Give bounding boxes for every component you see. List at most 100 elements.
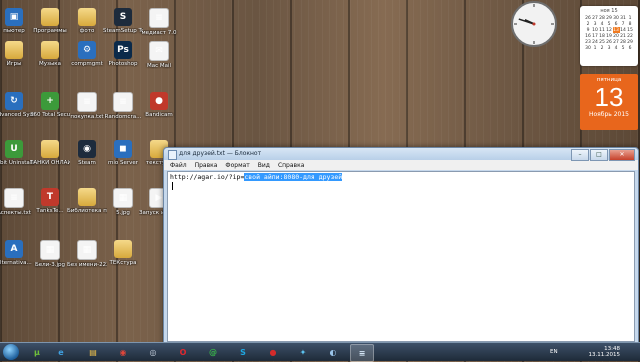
desktop-icon[interactable]: Игры — [0, 41, 34, 67]
calendar-day[interactable]: 29 — [627, 39, 634, 45]
start-button[interactable] — [3, 344, 19, 360]
desktop-icon[interactable]: U IObit Uninstaller — [0, 140, 34, 166]
desktop-icon[interactable]: ≡ Randomcra... — [103, 92, 143, 120]
system-clock[interactable]: 13:48 13.11.2015 — [589, 346, 621, 358]
desktop-icon[interactable]: ≡ покупка.txt — [67, 92, 107, 120]
calendar-day[interactable]: 28 — [620, 39, 627, 45]
calendar-day[interactable]: 19 — [606, 33, 613, 39]
calendar-day[interactable]: 14 — [620, 27, 627, 33]
desktop-icon[interactable]: ТАНКИ ОНЛАЙН — [30, 140, 70, 166]
calendar-day[interactable]: 31 — [620, 15, 627, 21]
calendar-day[interactable]: 28 — [599, 15, 606, 21]
desktop-icon[interactable]: ◼ mio Server — [103, 140, 143, 166]
desktop-icon[interactable]: Ps Photoshop — [103, 41, 143, 67]
desktop-icon[interactable]: +360 Total Security — [30, 92, 70, 118]
date-day: 13 — [594, 82, 624, 112]
date-gadget[interactable]: пятница 13 Ноябрь 2015 — [580, 74, 638, 130]
desktop-icon[interactable]: ▦ Бели-3.jpg — [30, 240, 70, 268]
calendar-day[interactable]: 15 — [627, 27, 634, 33]
media-icon[interactable]: ◐ — [322, 344, 344, 360]
calendar-day[interactable]: 1 — [592, 45, 599, 51]
desktop-icon-label: Без имени-222... — [67, 262, 107, 268]
desktop-icon[interactable]: ⚙ compmgmt — [67, 41, 107, 67]
file-icon: ✉ — [149, 41, 169, 61]
opera-icon[interactable]: O — [172, 344, 194, 360]
file-icon: Ps — [114, 41, 132, 59]
calendar-day[interactable]: 18 — [599, 33, 606, 39]
calendar-day[interactable]: 12 — [606, 27, 613, 33]
desktop-icon[interactable]: ▦ Без имени-222... — [67, 240, 107, 268]
calendar-day[interactable]: 22 — [627, 33, 634, 39]
file-icon: T — [41, 188, 59, 206]
notepad-window[interactable]: для друзей.txt — Блокнот – □ ✕ Файл Прав… — [163, 147, 639, 345]
calendar-day[interactable]: 17 — [592, 33, 599, 39]
calendar-gadget[interactable]: ноя 15 26 27 28 29 30 31 1 2 3 4 5 6 7 8 9 10 11 12 13 14 15… — [580, 6, 638, 66]
explorer-icon[interactable]: ▤ — [82, 344, 104, 360]
calendar-day[interactable]: 10 — [592, 27, 599, 33]
desktop-icon[interactable]: S SteamSetup Test 2015 — [103, 8, 143, 34]
calendar-day[interactable]: 13 — [612, 27, 620, 33]
ie-icon[interactable]: e — [50, 344, 72, 360]
desktop-icon[interactable]: Музыка — [30, 41, 70, 67]
desktop-icon-label: compmgmt — [71, 61, 103, 67]
desktop-icon-label: Игры — [6, 61, 22, 67]
menu-edit[interactable]: Правка — [195, 162, 218, 169]
calendar-day[interactable]: 26 — [606, 39, 613, 45]
desktop-icon[interactable]: ✉ Mac Mail — [139, 41, 179, 69]
steam-icon[interactable]: ◎ — [142, 344, 164, 360]
calendar-day[interactable]: 26 — [585, 15, 592, 21]
window-titlebar[interactable]: для друзей.txt — Блокнот – □ ✕ — [164, 148, 638, 161]
calendar-day[interactable]: 29 — [606, 15, 613, 21]
desktop-icon[interactable]: ↻ Advanced SystemCare — [0, 92, 34, 118]
language-indicator[interactable]: EN — [550, 349, 558, 355]
folder-icon — [41, 41, 59, 59]
calendar-day[interactable]: 11 — [599, 27, 606, 33]
calendar-day[interactable]: 27 — [613, 39, 620, 45]
calendar-day[interactable]: 4 — [613, 45, 620, 51]
desktop-icon-label: Бели-3.jpg — [35, 262, 65, 268]
desktop-icon-label: ТЕКстура — [109, 260, 137, 266]
calendar-day[interactable]: 6 — [627, 45, 634, 51]
desktop-icon[interactable]: A Alternativa... — [0, 240, 34, 266]
minimize-button[interactable]: – — [571, 149, 589, 161]
notepad-icon[interactable]: ≡ — [350, 344, 374, 362]
calendar-day[interactable]: 27 — [592, 15, 599, 21]
menu-help[interactable]: Справка — [278, 162, 304, 169]
desktop-icon[interactable]: ▦ 5.jpg — [103, 188, 143, 216]
game-icon[interactable]: ✦ — [292, 344, 314, 360]
menu-file[interactable]: Файл — [170, 162, 187, 169]
calendar-day[interactable]: 24 — [592, 39, 599, 45]
calendar-day[interactable]: 20 — [613, 33, 620, 39]
maximize-button[interactable]: □ — [590, 149, 608, 161]
desktop-icon[interactable]: ◉ Steam — [67, 140, 107, 166]
desktop-icon[interactable]: ▣ пьютер — [0, 8, 34, 34]
desktop-icon[interactable]: фото — [67, 8, 107, 34]
desktop-icon[interactable]: ≡ медиаст 7.0 — [139, 8, 179, 36]
calendar-day[interactable]: 30 — [585, 45, 592, 51]
calendar-day[interactable]: 3 — [606, 45, 613, 51]
close-button[interactable]: ✕ — [609, 149, 635, 161]
calendar-day[interactable]: 2 — [599, 45, 606, 51]
bandicam-icon[interactable]: ● — [262, 344, 284, 360]
calendar-day[interactable]: 25 — [599, 39, 606, 45]
torrent-icon[interactable]: µ — [26, 344, 48, 360]
chrome-icon[interactable]: ◉ — [112, 344, 134, 360]
menu-format[interactable]: Формат — [225, 162, 249, 169]
desktop-icon[interactable]: Программы — [30, 8, 70, 34]
desktop-icon[interactable]: T ТanksTe... — [30, 188, 70, 214]
calendar-day[interactable]: 5 — [620, 45, 627, 51]
desktop-icon[interactable]: ТЕКстура — [103, 240, 143, 266]
desktop-icon[interactable]: ● Bandicam — [139, 92, 179, 118]
calendar-day[interactable]: 23 — [585, 39, 592, 45]
mailru-agent-icon[interactable]: @ — [202, 344, 224, 360]
calendar-day[interactable]: 21 — [620, 33, 627, 39]
desktop-icon[interactable]: Библиотека пропов — [67, 188, 107, 214]
text-editor[interactable]: http://agar.io/?ip=свой айпи:8080-для др… — [167, 171, 635, 342]
calendar-day[interactable]: 16 — [585, 33, 592, 39]
desktop-icon[interactable]: ≡ Аспекты.txt — [0, 188, 34, 216]
notepad-icon — [168, 150, 177, 160]
skype-icon[interactable]: S — [232, 344, 254, 360]
calendar-day[interactable]: 30 — [613, 15, 620, 21]
file-icon: ⚙ — [78, 41, 96, 59]
menu-view[interactable]: Вид — [258, 162, 270, 169]
